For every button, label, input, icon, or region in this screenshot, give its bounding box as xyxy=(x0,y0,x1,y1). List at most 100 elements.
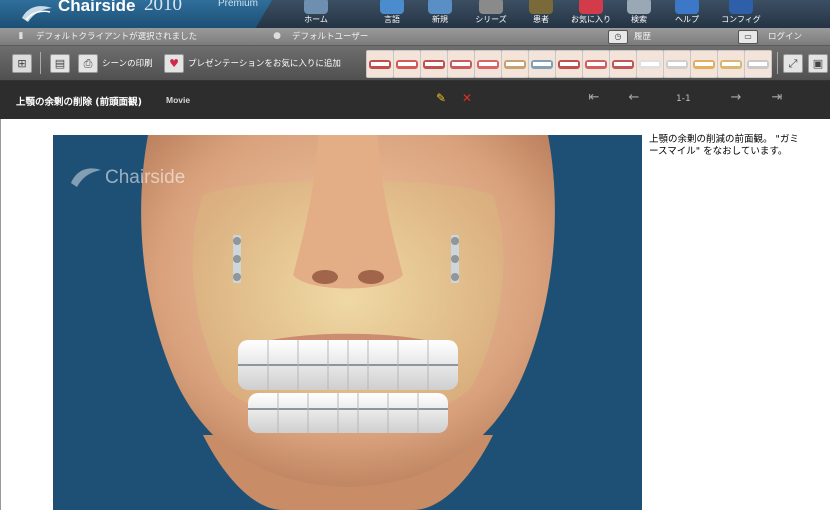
thumbnail-teeth xyxy=(614,62,632,66)
nav-help-button[interactable]: ヘルプ xyxy=(662,0,712,28)
nav-search-label: 検索 xyxy=(631,15,647,24)
nav-new-button[interactable]: 新規 xyxy=(415,0,465,28)
top-header: Chairside 2010 Premium ホーム 言語 新規 シリーズ 患者… xyxy=(0,0,830,28)
thumbnail-teeth xyxy=(722,62,740,66)
thumbnail-teeth xyxy=(587,62,605,66)
thumbnail-teeth xyxy=(668,62,686,66)
nav-search-button[interactable]: 検索 xyxy=(614,0,664,28)
nav-favorites-label: お気に入り xyxy=(571,15,611,24)
scene-thumbnail[interactable] xyxy=(744,50,772,78)
client-status: デフォルトクライアントが選択されました xyxy=(36,32,198,42)
scene-thumbnail[interactable] xyxy=(690,50,718,78)
movie-type-label: Movie xyxy=(166,95,191,105)
brand-logo: Chairside 2010 Premium xyxy=(0,0,272,28)
scene-thumbnail[interactable] xyxy=(663,50,691,78)
status-bar: ▮ デフォルトクライアントが選択されました ● デフォルトユーザー ◷ 履歴 ▭… xyxy=(0,28,830,46)
patient-icon xyxy=(529,0,553,14)
scene-thumbnail[interactable] xyxy=(420,50,448,78)
film-icon xyxy=(479,0,503,14)
user-status: デフォルトユーザー xyxy=(292,32,369,42)
thumbnail-teeth xyxy=(425,62,443,66)
thumbnail-teeth xyxy=(560,62,578,66)
app-window: Chairside 2010 Premium ホーム 言語 新規 シリーズ 患者… xyxy=(0,0,830,510)
scene-thumbnail[interactable] xyxy=(447,50,475,78)
toolbar-divider xyxy=(40,52,41,74)
brand-edition: Premium xyxy=(218,0,259,9)
scene-thumbnail[interactable] xyxy=(474,50,502,78)
heart-icon xyxy=(579,0,603,14)
thumbnail-teeth xyxy=(533,62,551,66)
toolbar: ⊞ ▤ ⎙ シーンの印刷 ♥ プレゼンテーションをお気に入りに追加 ⤢ ▣ xyxy=(0,46,830,81)
next-page-icon[interactable]: → xyxy=(726,90,746,105)
first-page-icon[interactable]: ⇤ xyxy=(584,90,604,105)
search-icon xyxy=(627,0,651,14)
watermark-logo-icon xyxy=(71,168,101,187)
history-icon[interactable]: ◷ xyxy=(608,30,628,44)
content-area: Chairside 上顎の余剰の削減の前面観。 "ガミースマイル" をなおしてい… xyxy=(0,119,830,510)
scene-thumbnail[interactable] xyxy=(366,50,394,78)
delete-icon[interactable]: ✕ xyxy=(462,91,472,105)
expand-icon[interactable]: ⤢ xyxy=(783,54,803,73)
thumbnail-teeth xyxy=(452,62,470,66)
nav-new-label: 新規 xyxy=(432,15,448,24)
scene-thumbnail[interactable] xyxy=(582,50,610,78)
thumbnail-teeth xyxy=(479,62,497,66)
movie-player[interactable]: Chairside xyxy=(53,135,642,510)
gear-icon xyxy=(729,0,753,14)
nav-glossary-label: 言語 xyxy=(384,15,400,24)
brand-name: Chairside xyxy=(58,0,136,15)
page-indicator: 1-1 xyxy=(676,94,691,104)
nav-config-button[interactable]: コンフィグ xyxy=(716,0,766,28)
presentation-icon[interactable]: ▣ xyxy=(808,54,828,73)
nav-patient-label: 患者 xyxy=(533,15,549,24)
prev-page-icon[interactable]: ← xyxy=(624,90,644,105)
movie-title: 上顎の余剰の削除 (前頭面観) xyxy=(16,97,142,108)
tooth-logo-icon xyxy=(22,6,52,22)
home-icon xyxy=(304,0,328,14)
scene-thumbnail[interactable] xyxy=(501,50,529,78)
nav-favorites-button[interactable]: お気に入り xyxy=(566,0,616,28)
dental-anatomy-image xyxy=(53,135,642,510)
printer-icon[interactable]: ⎙ xyxy=(78,54,98,73)
nav-patient-button[interactable]: 患者 xyxy=(516,0,566,28)
watermark-text: Chairside xyxy=(105,167,186,188)
pencil-icon[interactable]: ✎ xyxy=(436,91,446,105)
nav-series-label: シリーズ xyxy=(475,15,507,24)
book-icon xyxy=(380,0,404,14)
thumbnail-teeth xyxy=(749,62,767,66)
lock-icon[interactable]: ▭ xyxy=(738,30,758,44)
movie-description: 上顎の余剰の削減の前面観。 "ガミースマイル" をなおしています。 xyxy=(649,134,799,157)
nav-series-button[interactable]: シリーズ xyxy=(466,0,516,28)
scene-thumbnail[interactable] xyxy=(528,50,556,78)
print-scene-button[interactable]: シーンの印刷 xyxy=(102,57,153,69)
brand-year: 2010 xyxy=(144,0,182,15)
add-favorite-button[interactable]: プレゼンテーションをお気に入りに追加 xyxy=(188,57,341,69)
toolbar-divider xyxy=(777,52,778,74)
thumbnail-teeth xyxy=(398,62,416,66)
scene-thumbnail[interactable] xyxy=(609,50,637,78)
thumbnail-teeth xyxy=(506,62,524,66)
movie-title-bar: 上顎の余剰の削除 (前頭面観) Movie ✎ ✕ ⇤ ← 1-1 → ⇥ xyxy=(0,81,830,119)
login-link[interactable]: ログイン xyxy=(768,30,802,42)
scene-thumbnail[interactable] xyxy=(393,50,421,78)
thumbnail-teeth xyxy=(695,62,713,66)
scene-thumbnail[interactable] xyxy=(636,50,664,78)
nav-home-button[interactable]: ホーム xyxy=(291,0,341,28)
scene-thumbnail[interactable] xyxy=(717,50,745,78)
nav-glossary-button[interactable]: 言語 xyxy=(367,0,417,28)
fullscreen-grid-icon[interactable]: ⊞ xyxy=(12,54,32,73)
user-icon: ● xyxy=(273,31,281,41)
thumbnail-teeth xyxy=(641,62,659,66)
thumbnail-teeth xyxy=(371,62,389,66)
nav-home-label: ホーム xyxy=(304,15,328,24)
heart-add-icon[interactable]: ♥ xyxy=(164,54,184,73)
new-icon xyxy=(428,0,452,14)
scene-thumbnail[interactable] xyxy=(555,50,583,78)
history-link[interactable]: 履歴 xyxy=(634,30,651,42)
pin-icon: ▮ xyxy=(18,31,24,41)
nav-help-label: ヘルプ xyxy=(675,15,699,24)
nav-config-label: コンフィグ xyxy=(721,15,761,24)
document-icon[interactable]: ▤ xyxy=(50,54,70,73)
last-page-icon[interactable]: ⇥ xyxy=(767,90,787,105)
help-icon xyxy=(675,0,699,14)
